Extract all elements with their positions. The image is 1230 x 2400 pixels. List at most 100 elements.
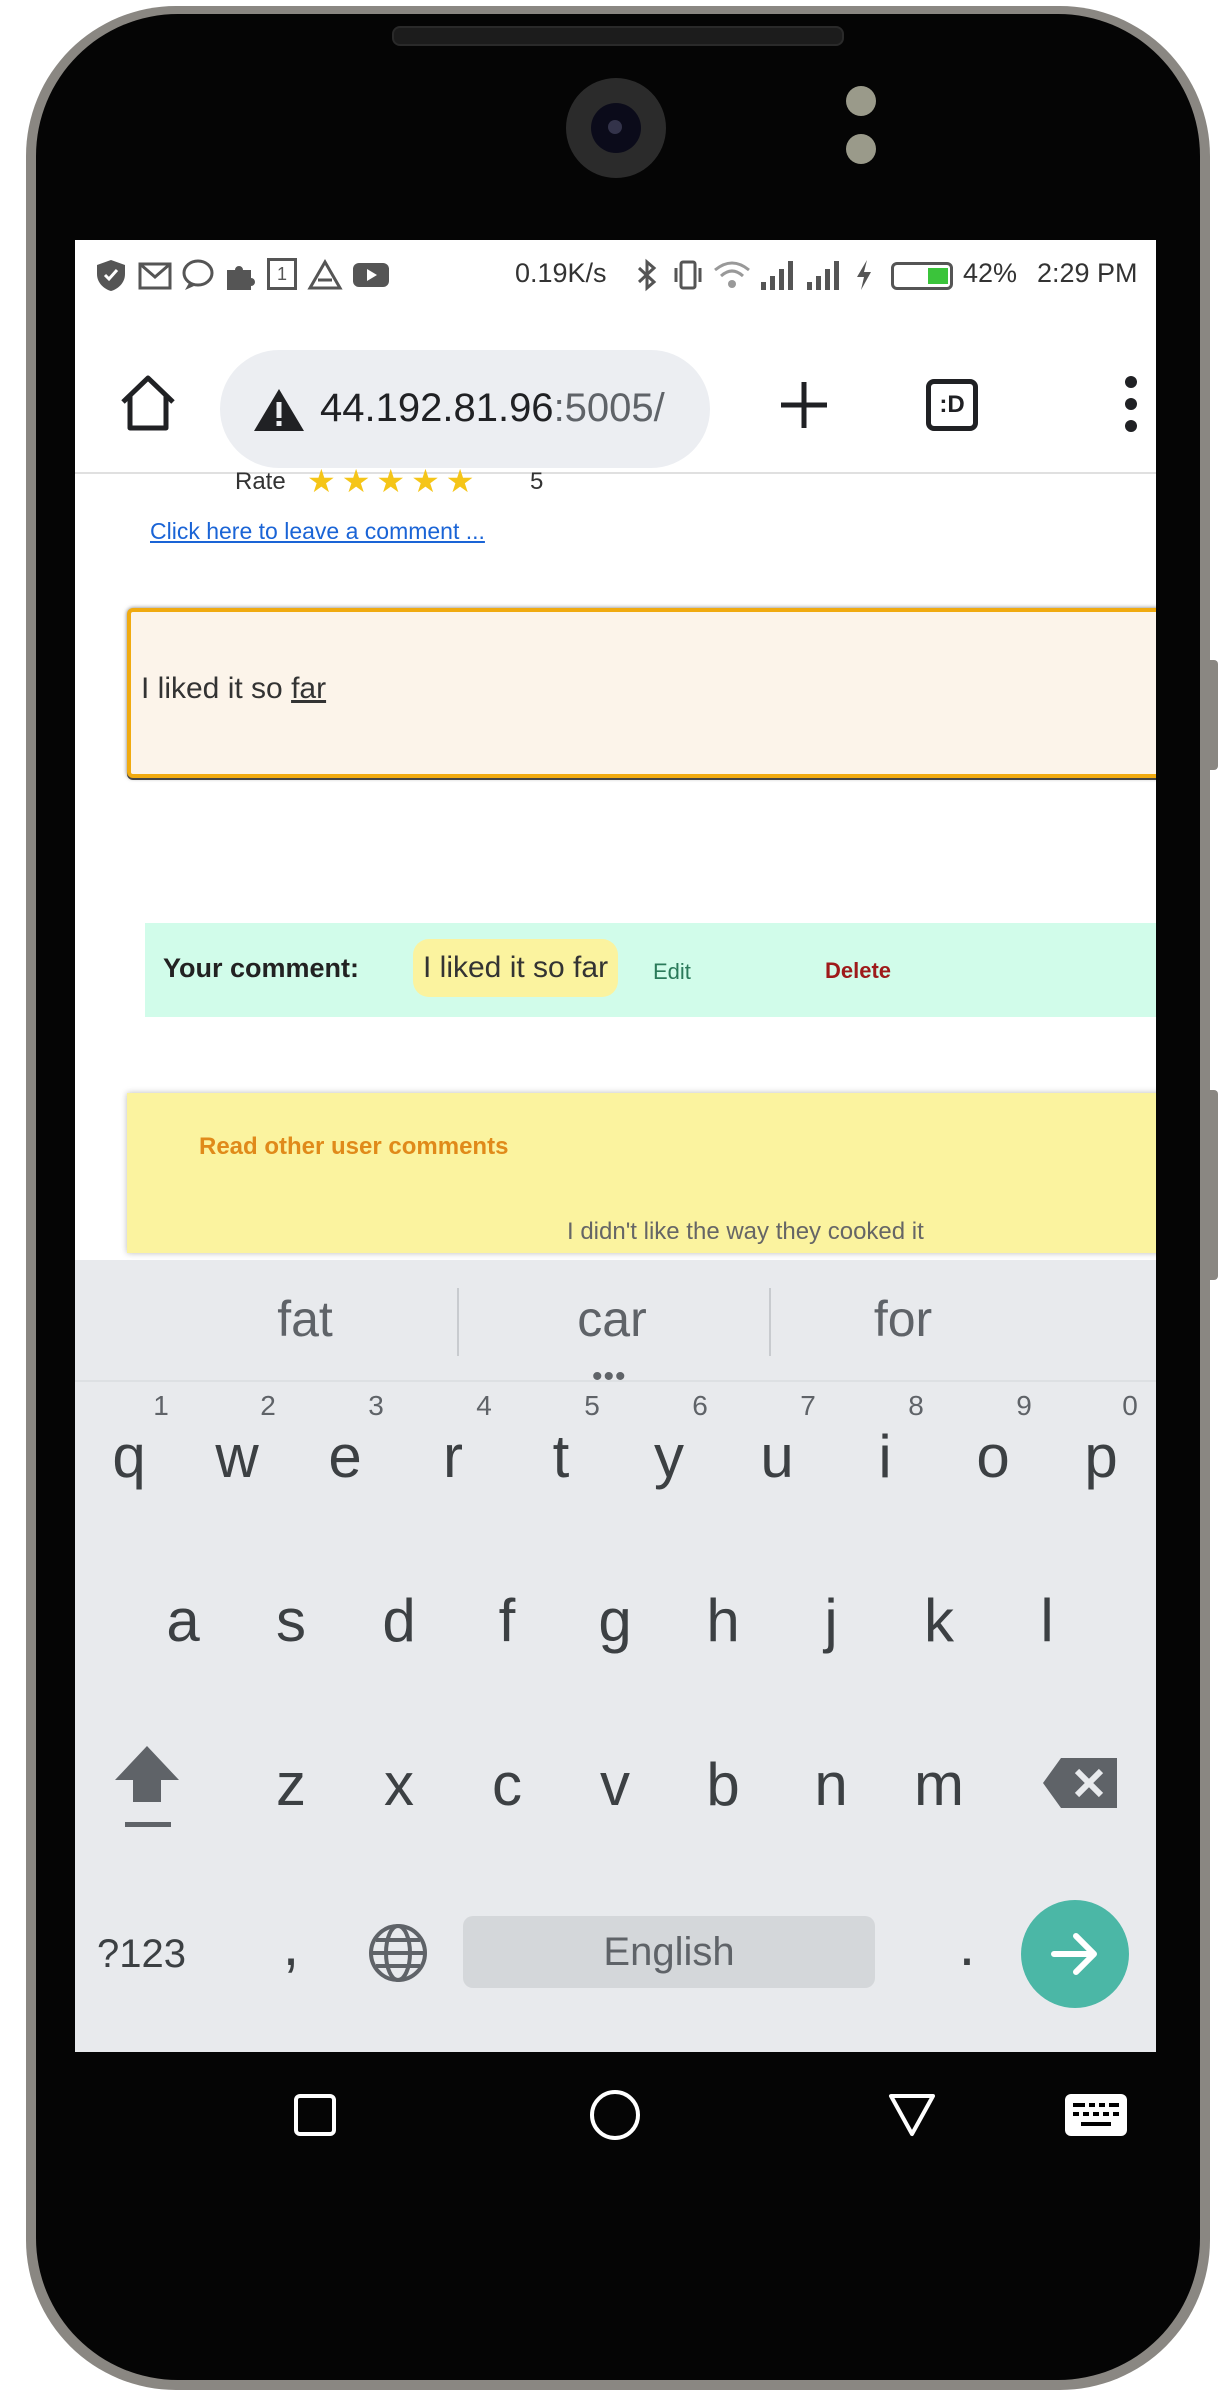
- shield-icon: [97, 260, 125, 291]
- spacebar[interactable]: English: [463, 1916, 875, 1988]
- key-n[interactable]: n: [781, 1750, 881, 1819]
- other-comment-preview: I didn't like the way they cooked it: [567, 1218, 924, 1245]
- soft-keyboard: fat car for ••• 1 2 3 4 5 6 7 8 9 0 q w …: [75, 1260, 1156, 2052]
- other-comments-title[interactable]: Read other user comments: [199, 1133, 508, 1161]
- key-r[interactable]: r: [403, 1422, 503, 1491]
- shift-icon[interactable]: [111, 1740, 183, 1832]
- key-w[interactable]: w: [187, 1422, 287, 1491]
- key-p[interactable]: p: [1051, 1422, 1151, 1491]
- key-hint: 2: [260, 1390, 276, 1421]
- phone-screen: 1 0.19K/s 42% 2:29 PM 44.192.81.96:5005/…: [75, 240, 1156, 2172]
- tab-switcher-icon[interactable]: :D: [926, 379, 978, 431]
- key-hint: 4: [476, 1390, 492, 1421]
- key-o[interactable]: o: [943, 1422, 1043, 1491]
- url-host: 44.192.81.96: [320, 386, 554, 430]
- key-a[interactable]: a: [133, 1586, 233, 1655]
- comment-input-prefix: I liked it so: [141, 672, 292, 705]
- key-t[interactable]: t: [511, 1422, 611, 1491]
- url-text: 44.192.81.96:5005/: [320, 386, 665, 431]
- key-e[interactable]: e: [295, 1422, 395, 1491]
- signal-icon: [761, 261, 793, 290]
- key-hint: 9: [1016, 1390, 1032, 1421]
- comment-input[interactable]: I liked it so far: [127, 608, 1156, 778]
- gmail-icon: [138, 262, 172, 290]
- warning-icon[interactable]: [252, 386, 306, 434]
- vibrate-icon: [674, 260, 702, 290]
- suggestion-divider: [457, 1288, 459, 1356]
- key-hint: 0: [1122, 1390, 1138, 1421]
- comment-input-current-word: far: [291, 672, 327, 705]
- key-j[interactable]: j: [781, 1586, 881, 1655]
- phone-speaker: [392, 26, 844, 46]
- url-port: :5005/: [553, 386, 665, 430]
- key-hint: 7: [800, 1390, 816, 1421]
- status-bar: 1 0.19K/s 42% 2:29 PM: [75, 240, 1156, 314]
- globe-icon[interactable]: [367, 1922, 429, 1984]
- key-q[interactable]: q: [79, 1422, 179, 1491]
- key-hint: 1: [153, 1390, 169, 1421]
- enter-key[interactable]: [1021, 1900, 1129, 2008]
- home-icon[interactable]: [117, 372, 179, 434]
- key-m[interactable]: m: [889, 1750, 989, 1819]
- chat-icon: [182, 259, 214, 290]
- key-f[interactable]: f: [457, 1586, 557, 1655]
- more-icon[interactable]: [1125, 374, 1137, 434]
- leave-comment-link[interactable]: Click here to leave a comment ...: [150, 518, 485, 545]
- key-hint: 6: [692, 1390, 708, 1421]
- your-comment-text: I liked it so far: [413, 939, 619, 997]
- backspace-icon[interactable]: [1041, 1756, 1121, 1810]
- home-circle-icon[interactable]: [590, 2090, 640, 2140]
- calendar-icon: 1: [267, 258, 297, 290]
- key-hint: 5: [584, 1390, 600, 1421]
- other-comments-panel: Read other user comments I didn't like t…: [127, 1093, 1156, 1253]
- suggestion-3[interactable]: for: [753, 1290, 1053, 1348]
- key-hint: 8: [908, 1390, 924, 1421]
- key-z[interactable]: z: [241, 1750, 341, 1819]
- new-tab-icon[interactable]: [777, 378, 831, 432]
- key-v[interactable]: v: [565, 1750, 665, 1819]
- drive-icon: [307, 258, 343, 290]
- key-h[interactable]: h: [673, 1586, 773, 1655]
- key-d[interactable]: d: [349, 1586, 449, 1655]
- volume-button: [1208, 1090, 1218, 1280]
- navigation-bar: [75, 2052, 1156, 2172]
- key-period[interactable]: .: [917, 1910, 1017, 1979]
- suggestion-bar: fat car for •••: [75, 1260, 1156, 1393]
- rating-stars: ★★★★★: [307, 463, 481, 499]
- key-x[interactable]: x: [349, 1750, 449, 1819]
- your-comment-label: Your comment:: [163, 953, 360, 983]
- address-bar[interactable]: 44.192.81.96:5005/: [220, 350, 710, 468]
- delete-button[interactable]: Delete: [825, 958, 891, 984]
- proximity-sensor: [846, 86, 876, 116]
- suggestion-2[interactable]: car: [462, 1290, 762, 1348]
- suggestion-1[interactable]: fat: [155, 1290, 455, 1348]
- comment-input-value: I liked it so far: [141, 672, 326, 706]
- your-comment-panel: Your comment: I liked it so far Edit Del…: [145, 923, 1156, 1017]
- symbols-key[interactable]: ?123: [97, 1932, 186, 1977]
- key-l[interactable]: l: [997, 1586, 1097, 1655]
- key-s[interactable]: s: [241, 1586, 341, 1655]
- charging-icon: [857, 260, 871, 290]
- key-hint: 3: [368, 1390, 384, 1421]
- suggestion-more-icon[interactable]: •••: [592, 1360, 627, 1394]
- key-i[interactable]: i: [835, 1422, 935, 1491]
- key-comma[interactable]: ,: [241, 1910, 341, 1979]
- key-y[interactable]: y: [619, 1422, 719, 1491]
- keyboard-icon[interactable]: [1065, 2094, 1127, 2136]
- rating-value: 5: [530, 468, 544, 495]
- key-b[interactable]: b: [673, 1750, 773, 1819]
- signal-icon: [807, 261, 839, 290]
- light-sensor: [846, 134, 876, 164]
- network-speed: 0.19K/s: [515, 258, 607, 288]
- youtube-icon: [353, 263, 389, 287]
- camera-lens-center: [608, 120, 622, 134]
- edit-button[interactable]: Edit: [653, 959, 691, 985]
- key-u[interactable]: u: [727, 1422, 827, 1491]
- back-triangle-icon[interactable]: [887, 2092, 937, 2138]
- puzzle-icon: [227, 266, 255, 290]
- key-c[interactable]: c: [457, 1750, 557, 1819]
- key-g[interactable]: g: [565, 1586, 665, 1655]
- bluetooth-icon: [637, 258, 657, 292]
- recents-square-icon[interactable]: [294, 2094, 336, 2136]
- key-k[interactable]: k: [889, 1586, 989, 1655]
